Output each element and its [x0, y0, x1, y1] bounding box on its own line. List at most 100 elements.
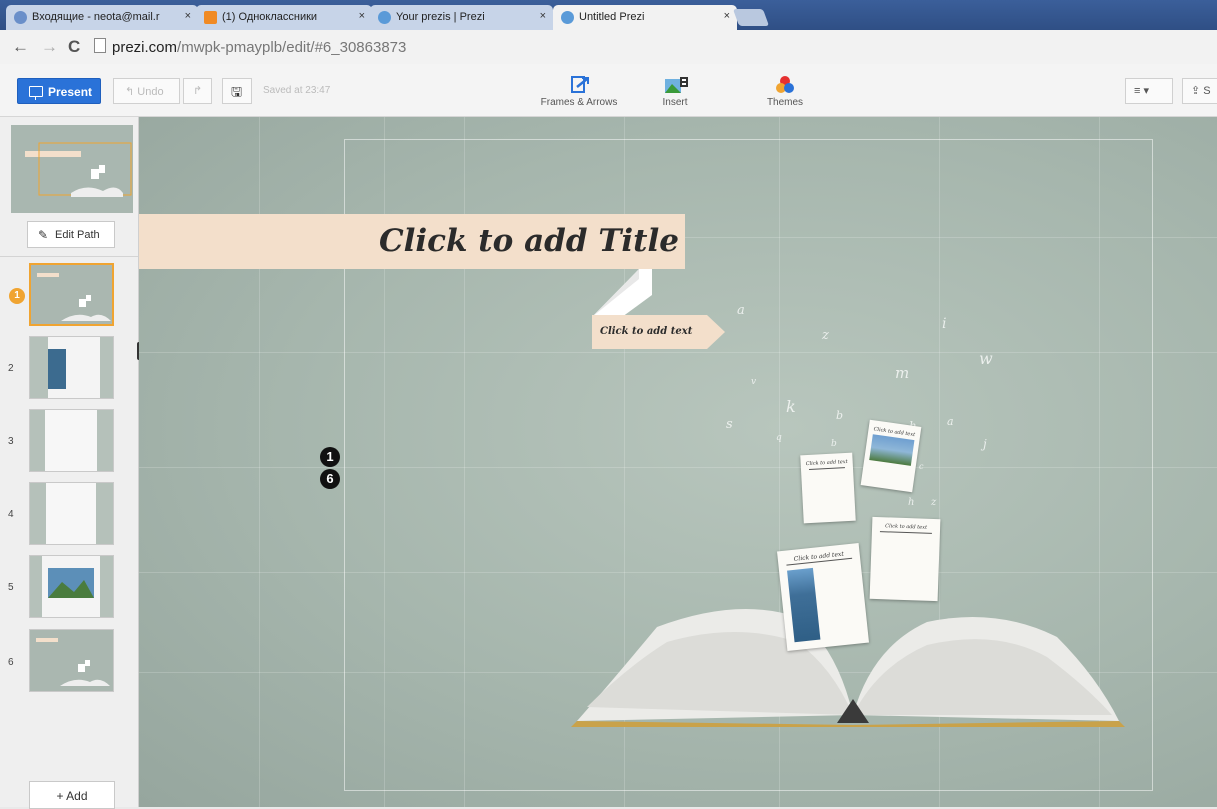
frames-arrows-icon — [567, 75, 591, 95]
decor-letter: j — [983, 437, 987, 451]
present-button[interactable]: Present — [17, 78, 101, 104]
decor-letter: s — [726, 417, 733, 432]
slide-thumbnail-6[interactable] — [29, 629, 114, 692]
undo-button[interactable]: ↰ Undo — [113, 78, 180, 104]
browser-tab-odnoklassniki[interactable]: (1) Одноклассники × — [196, 5, 372, 30]
tab-label: Untitled Prezi — [579, 11, 645, 23]
save-button[interactable]: 🖫 — [222, 78, 252, 104]
themes-icon — [773, 75, 797, 95]
present-screen-icon — [29, 86, 43, 100]
prezi-toolbar: Present ↰ Undo ↱ 🖫 Saved at 23:47 Frames… — [0, 64, 1217, 117]
prezi-favicon-icon — [561, 11, 574, 24]
card-title: Click to add text — [885, 523, 928, 531]
card-divider — [808, 467, 845, 470]
mail-favicon-icon — [14, 11, 27, 24]
card-photo — [787, 567, 821, 643]
browser-tab-mail[interactable]: Входящие - neota@mail.r × — [6, 5, 198, 30]
close-tab-icon[interactable]: × — [724, 10, 730, 22]
decor-letter: b — [831, 439, 837, 449]
slide-thumbnail-5[interactable] — [29, 555, 114, 618]
share-icon: ⇪ S — [1191, 85, 1211, 97]
decor-letter: h — [908, 497, 915, 508]
decor-letter: w — [979, 349, 993, 368]
overview-thumbnail[interactable] — [11, 125, 133, 213]
slide-thumbnail-4[interactable] — [29, 482, 114, 545]
slide-thumbnail-1[interactable] — [29, 263, 114, 326]
path-step-1[interactable]: 1 — [320, 447, 340, 467]
pencil-icon: ✎ — [38, 228, 49, 242]
insert-label: Insert — [662, 97, 688, 108]
floating-card[interactable]: Click to add text — [800, 452, 856, 524]
page-icon — [94, 38, 106, 53]
url-domain: prezi.com — [112, 39, 178, 56]
redo-icon: ↱ — [193, 85, 203, 97]
browser-tab-untitled-prezi[interactable]: Untitled Prezi × — [553, 5, 737, 30]
title-placeholder[interactable]: Click to add Title — [379, 223, 679, 259]
menu-dropdown-button[interactable]: ≡ ▾ — [1125, 78, 1173, 104]
frames-arrows-label: Frames & Arrows — [540, 97, 618, 108]
insert-tool[interactable]: Insert — [650, 75, 700, 108]
floating-card[interactable]: Click to add text — [860, 419, 922, 493]
decor-letter: m — [895, 364, 910, 382]
edit-path-button[interactable]: ✎ Edit Path — [27, 221, 115, 248]
decor-letter: a — [947, 415, 954, 428]
close-tab-icon[interactable]: × — [359, 10, 365, 22]
undo-label: Undo — [137, 86, 164, 98]
close-tab-icon[interactable]: × — [540, 10, 546, 22]
path-sidebar: ✎ Edit Path 1 2 3 4 5 6 + Add — [0, 117, 139, 809]
tab-label: Входящие - neota@mail.r — [32, 11, 160, 23]
card-title: Click to add text — [805, 458, 848, 468]
add-frame-button[interactable]: + Add — [29, 781, 115, 809]
slide-number-2: 2 — [8, 363, 14, 374]
decor-letter: c — [919, 462, 924, 471]
slide-number-5: 5 — [8, 582, 14, 593]
decor-letter: v — [751, 377, 757, 387]
url-field[interactable]: prezi.com/mwpk-pmayplb/edit/#6_30863873 — [94, 38, 406, 56]
browser-tab-bar: Входящие - neota@mail.r × (1) Одноклассн… — [0, 0, 1217, 30]
decor-letter: k — [786, 397, 796, 416]
browser-tab-your-prezis[interactable]: Your prezis | Prezi × — [370, 5, 553, 30]
edit-path-label: Edit Path — [55, 229, 100, 241]
divider — [0, 256, 138, 257]
decor-letter: b — [836, 409, 844, 422]
share-button[interactable]: ⇪ S — [1182, 78, 1217, 104]
path-step-6[interactable]: 6 — [320, 469, 340, 489]
decor-letter: a — [737, 303, 745, 318]
decor-letter: i — [942, 316, 947, 332]
decor-letter: z — [931, 497, 937, 508]
back-arrow-icon[interactable]: ← — [12, 37, 29, 57]
themes-tool[interactable]: Themes — [760, 75, 810, 108]
banner-fold — [592, 269, 652, 317]
frames-arrows-tool[interactable]: Frames & Arrows — [534, 75, 624, 108]
undo-icon: ↰ — [125, 86, 135, 98]
tab-label: (1) Одноклассники — [222, 11, 318, 23]
title-banner[interactable]: Click to add Title — [139, 214, 685, 269]
new-tab-button[interactable] — [732, 9, 770, 26]
themes-label: Themes — [766, 97, 804, 108]
subtitle-placeholder[interactable]: Click to add text — [600, 326, 692, 337]
slide-number-3: 3 — [8, 436, 14, 447]
slide-thumbnail-2[interactable] — [29, 336, 114, 399]
prezi-canvas[interactable]: Click to add Title Click to add text 1 6… — [139, 117, 1217, 807]
address-bar: ← → C prezi.com/mwpk-pmayplb/edit/#6_308… — [0, 30, 1217, 65]
slide-number-6: 6 — [8, 657, 14, 668]
floating-card[interactable]: Click to add text — [776, 542, 870, 652]
decor-letter: z — [822, 328, 829, 343]
current-step-badge: 1 — [9, 288, 25, 304]
floating-card[interactable]: Click to add text — [869, 516, 941, 602]
insert-icon — [663, 75, 688, 95]
present-label: Present — [48, 85, 93, 99]
card-photo — [869, 434, 915, 466]
tab-label: Your prezis | Prezi — [396, 11, 485, 23]
url-path: /mwpk-pmayplb/edit/#6_30863873 — [177, 39, 407, 56]
close-tab-icon[interactable]: × — [185, 10, 191, 22]
redo-button[interactable]: ↱ — [183, 78, 212, 104]
slide-number-4: 4 — [8, 509, 14, 520]
saved-status: Saved at 23:47 — [263, 85, 331, 96]
decor-letter: q — [776, 433, 782, 443]
reload-icon[interactable]: C — [68, 37, 80, 57]
card-divider — [879, 531, 932, 534]
odnoklassniki-favicon-icon — [204, 11, 217, 24]
forward-arrow-icon[interactable]: → — [41, 37, 58, 57]
slide-thumbnail-3[interactable] — [29, 409, 114, 472]
